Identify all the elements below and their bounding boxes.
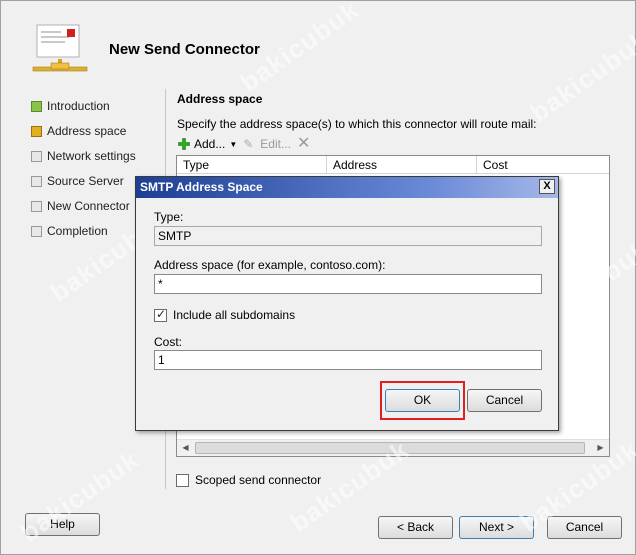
cost-label: Cost:	[154, 335, 183, 349]
include-subdomains-label: Include all subdomains	[173, 308, 296, 322]
nav-item-completion[interactable]: Completion	[31, 222, 108, 240]
column-header-type[interactable]: Type	[177, 156, 327, 174]
step-done-icon	[31, 100, 42, 112]
nav-item-network-settings[interactable]: Network settings	[31, 147, 136, 165]
address-space-input[interactable]: *	[154, 274, 542, 294]
nav-item-label: Network settings	[47, 149, 136, 163]
next-button[interactable]: Next >	[459, 516, 534, 539]
nav-item-source-server[interactable]: Source Server	[31, 172, 124, 190]
cost-input[interactable]: 1	[154, 350, 542, 370]
plus-icon	[177, 137, 191, 151]
scrollbar-thumb[interactable]	[195, 442, 585, 454]
scoped-label: Scoped send connector	[195, 473, 322, 487]
nav-item-label: Address space	[47, 124, 127, 138]
section-title: Address space	[177, 92, 263, 106]
scoped-checkbox[interactable]	[176, 473, 189, 487]
back-button[interactable]: < Back	[378, 516, 453, 539]
nav-item-label: New Connector	[47, 199, 130, 213]
column-header-address[interactable]: Address	[327, 156, 477, 174]
step-pending-icon	[31, 175, 42, 187]
scroll-left-icon[interactable]: ◀	[177, 440, 194, 456]
column-header-cost[interactable]: Cost	[477, 156, 609, 174]
add-button-label: Add...	[194, 137, 226, 151]
dialog-titlebar[interactable]: SMTP Address Space X	[136, 177, 558, 198]
include-subdomains-checkbox[interactable]	[154, 307, 167, 322]
nav-item-label: Completion	[47, 224, 108, 238]
nav-item-label: Source Server	[47, 174, 124, 188]
wizard-window: New Send Connector Introduction Address …	[0, 0, 636, 555]
remove-button[interactable]: ✕	[296, 135, 311, 152]
scoped-send-connector-option[interactable]: Scoped send connector	[176, 473, 321, 487]
edit-button[interactable]: ✎ Edit...	[243, 137, 291, 151]
step-pending-icon	[31, 225, 42, 237]
ok-button[interactable]: OK	[385, 389, 460, 412]
address-space-label: Address space (for example, contoso.com)…	[154, 258, 386, 272]
type-label: Type:	[154, 210, 184, 224]
nav-item-new-connector[interactable]: New Connector	[31, 197, 130, 215]
close-icon[interactable]: X	[539, 179, 555, 194]
step-pending-icon	[31, 200, 42, 212]
step-current-icon	[31, 125, 42, 137]
horizontal-scrollbar[interactable]: ◀ ▶	[177, 439, 609, 456]
section-description: Specify the address space(s) to which th…	[177, 117, 537, 131]
step-pending-icon	[31, 150, 42, 162]
add-button[interactable]: Add... ▼	[177, 137, 237, 151]
edit-button-label: Edit...	[260, 137, 291, 151]
nav-item-label: Introduction	[47, 99, 110, 113]
pencil-icon: ✎	[243, 137, 254, 151]
wizard-title: New Send Connector	[109, 41, 260, 58]
cancel-button[interactable]: Cancel	[547, 516, 622, 539]
smtp-address-space-dialog: SMTP Address Space X Type: SMTP Address …	[135, 176, 559, 431]
dialog-cancel-button[interactable]: Cancel	[467, 389, 542, 412]
connector-icon	[31, 23, 91, 81]
watermark-text: bakicubuk	[524, 24, 636, 128]
include-subdomains-option[interactable]: Include all subdomains	[154, 307, 296, 322]
scroll-right-icon[interactable]: ▶	[592, 440, 609, 456]
nav-item-address-space[interactable]: Address space	[31, 122, 126, 140]
dialog-title: SMTP Address Space	[140, 180, 263, 194]
dropdown-arrow-icon[interactable]: ▼	[229, 140, 237, 149]
list-header: Type Address Cost	[177, 156, 609, 174]
delete-icon: ✕	[296, 135, 311, 152]
type-field: SMTP	[154, 226, 542, 246]
address-toolbar: Add... ▼ ✎ Edit... ✕	[177, 135, 317, 153]
nav-item-introduction[interactable]: Introduction	[31, 97, 110, 115]
help-button[interactable]: Help	[25, 513, 100, 536]
